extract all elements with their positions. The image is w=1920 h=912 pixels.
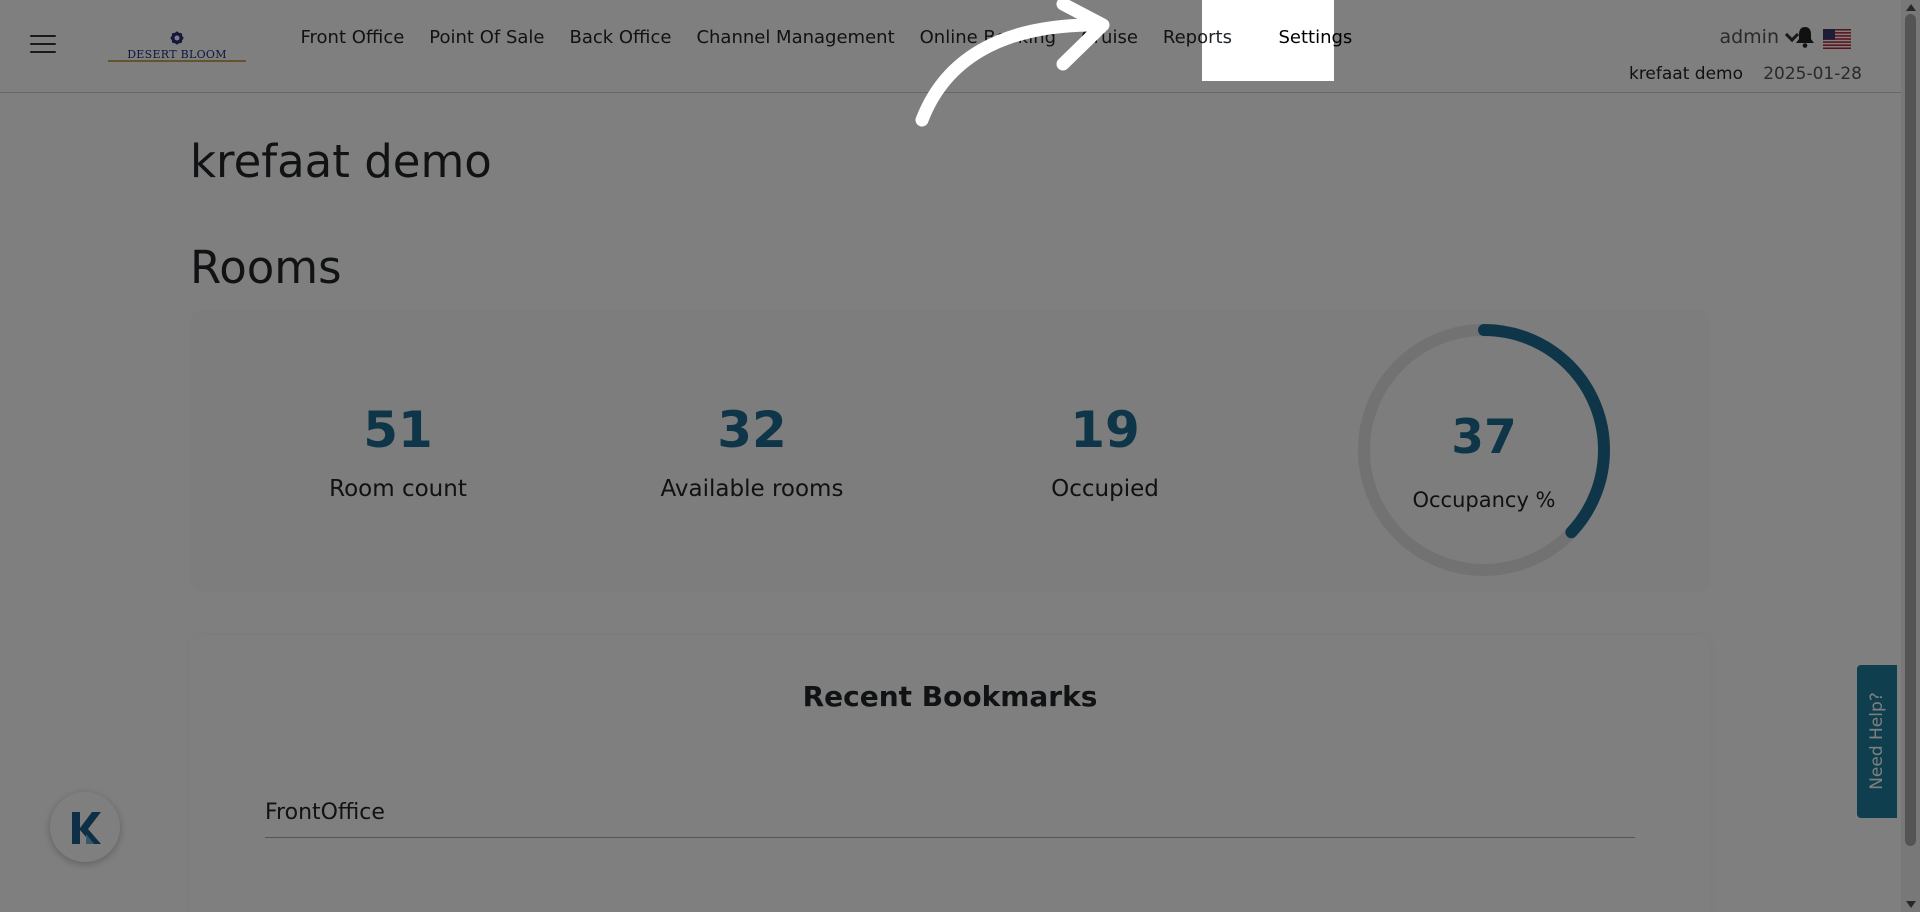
need-help-tab[interactable]: Need Help? — [1857, 665, 1897, 818]
vertical-scrollbar[interactable] — [1901, 0, 1920, 912]
nav-item-reports[interactable]: Reports — [1150, 0, 1244, 78]
rooms-section-title: Rooms — [190, 241, 342, 294]
stat-label: Available rooms — [660, 476, 844, 502]
flower-icon — [170, 31, 184, 45]
nav-item-channel-management[interactable]: Channel Management — [684, 0, 907, 78]
scroll-thumb[interactable] — [1905, 14, 1916, 846]
stat-available-rooms: 32 Available rooms — [602, 400, 902, 502]
bell-icon[interactable] — [1795, 26, 1815, 48]
occupancy-value: 37 — [1451, 410, 1517, 465]
hamburger-menu-icon[interactable] — [30, 35, 56, 55]
stat-value: 51 — [363, 401, 433, 459]
user-dropdown[interactable]: admin — [1719, 26, 1800, 48]
business-date: 2025-01-28 — [1763, 64, 1862, 84]
scroll-down-arrow-icon[interactable] — [1906, 901, 1916, 908]
nav-item-point-of-sale[interactable]: Point Of Sale — [417, 0, 557, 78]
logo-underline — [108, 60, 246, 62]
stat-occupied: 19 Occupied — [955, 400, 1255, 502]
stat-value: 32 — [717, 401, 787, 459]
stat-label: Occupied — [1051, 476, 1159, 502]
nav-item-settings[interactable]: Settings — [1248, 0, 1383, 78]
main-nav-menu: Front Office Point Of Sale Back Office C… — [288, 0, 1386, 78]
stat-value: 19 — [1070, 401, 1140, 459]
page-title: krefaat demo — [190, 135, 492, 188]
recent-bookmarks-card: Recent Bookmarks FrontOffice — [190, 635, 1710, 912]
user-name: admin — [1719, 26, 1779, 48]
us-flag-icon[interactable] — [1823, 29, 1851, 49]
nav-item-front-office[interactable]: Front Office — [288, 0, 417, 78]
nav-item-cruise[interactable]: Cruise — [1069, 0, 1151, 78]
stat-room-count: 51 Room count — [248, 400, 548, 502]
k-logo-icon — [72, 812, 101, 844]
k-chat-launcher[interactable] — [50, 792, 120, 862]
occupancy-label: Occupancy % — [1412, 488, 1556, 512]
desert-bloom-logo[interactable]: DESERT BLOOM — [106, 26, 248, 66]
top-navbar: DESERT BLOOM Front Office Point Of Sale … — [0, 0, 1901, 93]
nav-item-online-booking[interactable]: Online Booking — [907, 0, 1068, 78]
nav-item-back-office[interactable]: Back Office — [557, 0, 684, 78]
stat-label: Room count — [329, 476, 467, 502]
bookmark-item[interactable]: FrontOffice — [265, 800, 1635, 838]
scroll-up-arrow-icon[interactable] — [1906, 4, 1916, 11]
need-help-label: Need Help? — [1867, 692, 1887, 790]
current-hotel-name: krefaat demo — [1628, 64, 1743, 84]
bookmarks-title: Recent Bookmarks — [802, 680, 1098, 713]
rooms-summary-card: 51 Room count 32 Available rooms 19 Occu… — [190, 310, 1710, 592]
occupancy-ring: 37 Occupancy % — [1354, 320, 1614, 580]
